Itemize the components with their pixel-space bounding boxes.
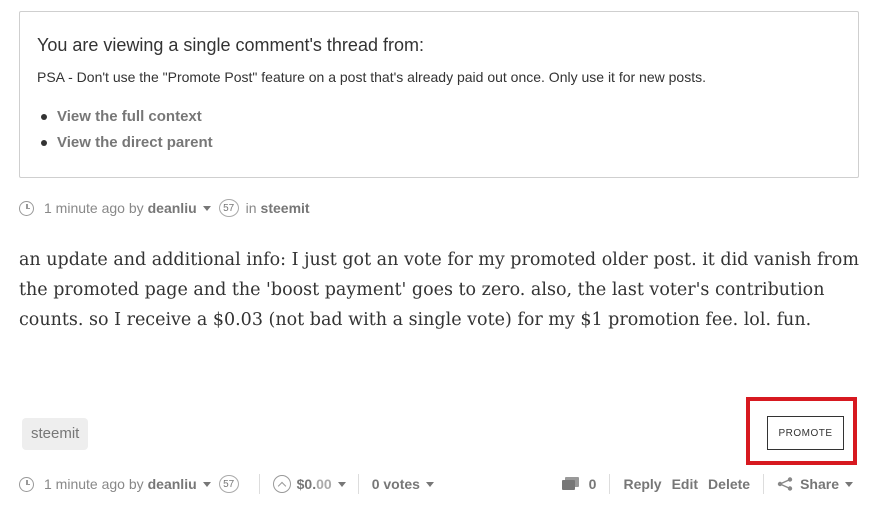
thread-post-title: PSA - Don't use the "Promote Post" featu… bbox=[37, 69, 706, 85]
author-link[interactable]: deanliu bbox=[148, 200, 197, 216]
clock-icon bbox=[19, 200, 34, 216]
divider bbox=[763, 474, 765, 494]
caret-down-icon[interactable] bbox=[202, 205, 211, 211]
divider bbox=[357, 474, 359, 494]
replies-count: 0 bbox=[588, 476, 597, 492]
clock-icon bbox=[19, 476, 34, 492]
payout-main: $0. bbox=[296, 476, 317, 492]
reply-link[interactable]: Reply bbox=[623, 476, 661, 492]
payout-amount[interactable]: $0.00 bbox=[297, 476, 332, 492]
view-full-context-link[interactable]: View the full context bbox=[57, 108, 202, 125]
footer-actions: 0 Reply Edit Delete Share bbox=[561, 474, 859, 494]
tag-steemit[interactable]: steemit bbox=[22, 418, 89, 450]
reputation-badge: 57 bbox=[218, 199, 239, 217]
delete-link[interactable]: Delete bbox=[708, 476, 750, 492]
edit-link[interactable]: Edit bbox=[672, 476, 698, 492]
divider bbox=[258, 474, 260, 494]
share-link[interactable]: Share bbox=[800, 476, 839, 492]
thread-links: View the full context View the direct pa… bbox=[37, 106, 841, 158]
promote-button[interactable]: PROMOTE bbox=[767, 416, 844, 450]
comment-icon bbox=[561, 477, 579, 491]
upvote-icon[interactable] bbox=[272, 475, 291, 493]
thread-link-item: View the full context bbox=[37, 106, 841, 132]
in-label: in bbox=[245, 200, 257, 216]
timestamp: 1 minute ago by bbox=[44, 200, 144, 216]
divider bbox=[609, 474, 611, 494]
category-link[interactable]: steemit bbox=[261, 200, 310, 216]
timestamp: 1 minute ago by bbox=[44, 476, 144, 492]
reputation-badge: 57 bbox=[218, 475, 239, 493]
payout-cents: 00 bbox=[316, 476, 332, 492]
caret-down-icon[interactable] bbox=[845, 481, 853, 487]
caret-down-icon[interactable] bbox=[202, 481, 211, 487]
comment-footer: 1 minute ago by deanliu 57 $0.00 0 votes… bbox=[19, 474, 859, 494]
comment-meta-top: 1 minute ago by deanliu 57 in steemit bbox=[19, 198, 310, 218]
thread-title: You are viewing a single comment's threa… bbox=[37, 35, 424, 55]
votes-count[interactable]: 0 votes bbox=[372, 476, 420, 492]
caret-down-icon[interactable] bbox=[337, 481, 346, 487]
thread-context-box: You are viewing a single comment's threa… bbox=[19, 11, 859, 178]
thread-link-item: View the direct parent bbox=[37, 132, 841, 158]
view-direct-parent-link[interactable]: View the direct parent bbox=[57, 134, 213, 151]
comment-body: an update and additional info: I just go… bbox=[19, 250, 859, 330]
share-icon[interactable] bbox=[777, 477, 793, 491]
caret-down-icon[interactable] bbox=[425, 481, 434, 487]
author-link[interactable]: deanliu bbox=[148, 476, 197, 492]
